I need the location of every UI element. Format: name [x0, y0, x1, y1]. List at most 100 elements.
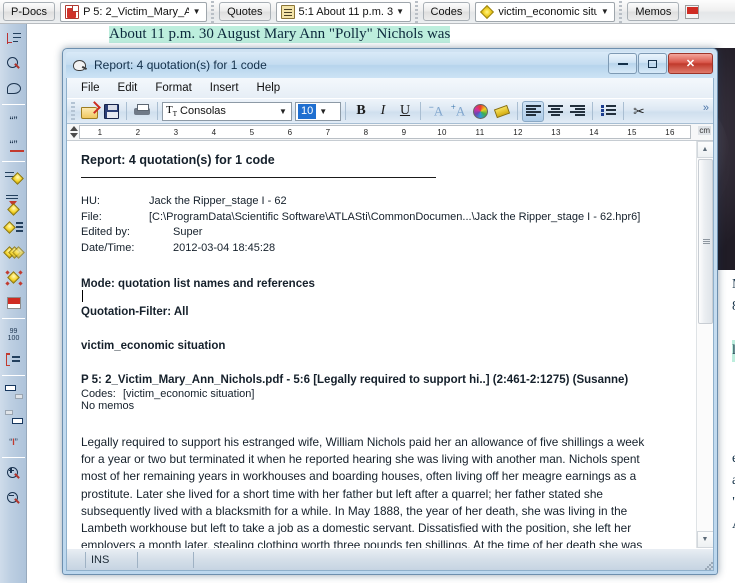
align-center-button[interactable]: [544, 101, 566, 122]
format-toolbar[interactable]: TT Consolas ▼ 10 ▼ B I U −A +A ✂ »: [67, 98, 713, 124]
menu-file[interactable]: File: [73, 80, 108, 96]
toolbar-overflow-button[interactable]: »: [703, 102, 709, 114]
memos-button[interactable]: Memos: [627, 2, 680, 21]
menu-edit[interactable]: Edit: [110, 80, 146, 96]
object-manager-toolbar[interactable]: P-Docs P 5: 2_Victim_Mary_A ▼ Quotes 5:1…: [0, 0, 735, 24]
scissors-icon: ✂: [633, 102, 645, 119]
code-in-vivo-icon[interactable]: [0, 165, 27, 190]
quotation-create-icon[interactable]: “”: [0, 108, 27, 133]
report-text[interactable]: Report: 4 quotation(s) for 1 code HU: Ja…: [67, 141, 696, 548]
italic-button[interactable]: I: [372, 101, 394, 122]
save-button[interactable]: [100, 101, 122, 122]
comment-icon[interactable]: [0, 76, 27, 101]
quote-combo-label: 5:1 About 11 p.m. 30: [298, 5, 393, 18]
print-button[interactable]: [131, 101, 153, 122]
underline-button[interactable]: U: [394, 101, 416, 122]
status-cell-3: [137, 549, 193, 571]
bold-button[interactable]: B: [350, 101, 372, 122]
zoom-out-icon[interactable]: [0, 486, 27, 511]
ruler-tick: 16: [665, 127, 675, 137]
pdocs-button[interactable]: P-Docs: [3, 2, 56, 21]
scroll-up-button[interactable]: ▲: [696, 141, 713, 158]
ruler-ticks: 1 2 3 4 5 6 7 8 9 10 11 12 13 14 15 16: [81, 125, 689, 139]
chevron-down-icon[interactable]: ▼: [189, 7, 204, 16]
quotation-icon: [280, 4, 295, 19]
meta-key: File:: [81, 210, 102, 223]
pdoc-combo[interactable]: P 5: 2_Victim_Mary_A ▼: [60, 1, 208, 22]
font-increase-icon: +A: [450, 102, 466, 119]
left-vertical-toolbar[interactable]: “” “” 99 100 “I”: [0, 24, 27, 583]
bullets-button[interactable]: [597, 101, 619, 122]
bold-icon: B: [356, 103, 366, 118]
meta-value: [C:\ProgramData\Scientific Software\ATLA…: [149, 210, 641, 223]
floppy-disk-icon: [103, 103, 119, 119]
indent-marker[interactable]: [70, 125, 79, 139]
window-split-h-icon[interactable]: [0, 379, 27, 404]
toolbar-separator: [414, 0, 418, 23]
menu-insert[interactable]: Insert: [202, 80, 247, 96]
toolbar-separator: [211, 0, 215, 23]
open-button[interactable]: [78, 101, 100, 122]
chevron-down-icon[interactable]: ▼: [316, 107, 330, 116]
report-mode: Mode: quotation list names and reference…: [81, 278, 315, 290]
memo-icon[interactable]: [685, 4, 700, 19]
menu-help[interactable]: Help: [249, 80, 289, 96]
toolbar-separator: [126, 102, 127, 120]
quotes-button[interactable]: Quotes: [219, 2, 271, 21]
zoom-in-icon[interactable]: [0, 461, 27, 486]
quote-combo[interactable]: 5:1 About 11 p.m. 30 ▼: [275, 1, 411, 22]
grow-font-button[interactable]: +A: [447, 101, 469, 122]
chevron-down-icon[interactable]: ▼: [393, 7, 408, 16]
codes-value: [victim_economic situation]: [123, 388, 255, 400]
maximize-button[interactable]: [638, 53, 667, 74]
menu-format[interactable]: Format: [147, 80, 199, 96]
memo-icon[interactable]: [0, 290, 27, 315]
shrink-font-button[interactable]: −A: [425, 101, 447, 122]
editor-area[interactable]: Report: 4 quotation(s) for 1 code HU: Ja…: [67, 141, 713, 548]
margin-area-icon[interactable]: [0, 347, 27, 372]
resize-grip[interactable]: [704, 561, 714, 571]
text-caret: [82, 290, 83, 302]
meta-value: Super: [173, 226, 203, 238]
chevron-down-icon[interactable]: ▼: [597, 7, 612, 16]
horizontal-rule: [81, 177, 436, 178]
meta-key: HU:: [81, 195, 100, 207]
text-color-button[interactable]: [469, 101, 491, 122]
ruler[interactable]: 1 2 3 4 5 6 7 8 9 10 11 12 13 14 15 16 c…: [67, 124, 713, 141]
toolbar-divider: [1, 161, 25, 162]
minimize-button[interactable]: [608, 53, 637, 74]
scrollbar-track[interactable]: [697, 325, 713, 531]
page-number-icon[interactable]: 99 100: [0, 322, 27, 347]
menu-bar[interactable]: File Edit Format Insert Help: [67, 78, 713, 98]
search-icon[interactable]: [0, 51, 27, 76]
code-quick-icon[interactable]: [0, 240, 27, 265]
code-drop-icon[interactable]: [0, 190, 27, 216]
dialog-body: File Edit Format Insert Help TT Consolas…: [66, 78, 714, 571]
quotation-codes: Codes: [victim_economic situation]: [81, 388, 682, 400]
window-split-v-icon[interactable]: [0, 404, 27, 429]
codes-button[interactable]: Codes: [422, 2, 471, 21]
code-network-icon[interactable]: [0, 265, 27, 290]
report-dialog[interactable]: Report: 4 quotation(s) for 1 code ✕ File…: [62, 48, 718, 575]
toolbar-grip[interactable]: [71, 102, 75, 120]
font-name-combo[interactable]: TT Consolas ▼: [162, 101, 292, 121]
open-selection-icon[interactable]: [0, 26, 27, 51]
highlight-button[interactable]: [491, 101, 513, 122]
editor-scrollbar[interactable]: ▲ ▼: [696, 141, 713, 548]
quotation-edit-icon[interactable]: “I”: [0, 429, 27, 454]
code-combo[interactable]: victim_economic situ ▼: [475, 1, 616, 22]
quotation-body: Legally required to support his estrange…: [81, 435, 645, 548]
close-button[interactable]: ✕: [668, 53, 713, 74]
cut-button[interactable]: ✂: [628, 101, 650, 122]
align-left-button[interactable]: [522, 100, 544, 122]
dialog-title-bar[interactable]: Report: 4 quotation(s) for 1 code ✕: [66, 52, 714, 78]
code-list-icon[interactable]: [0, 215, 27, 240]
scrollbar-thumb[interactable]: [697, 159, 713, 324]
scroll-down-button[interactable]: ▼: [696, 531, 713, 548]
align-right-button[interactable]: [566, 101, 588, 122]
font-size-combo[interactable]: 10 ▼: [295, 101, 341, 121]
chevron-down-icon[interactable]: ▼: [276, 107, 290, 116]
code-icon: [480, 4, 495, 19]
quotation-resize-icon[interactable]: “”: [0, 133, 27, 158]
window-controls[interactable]: ✕: [607, 53, 713, 74]
